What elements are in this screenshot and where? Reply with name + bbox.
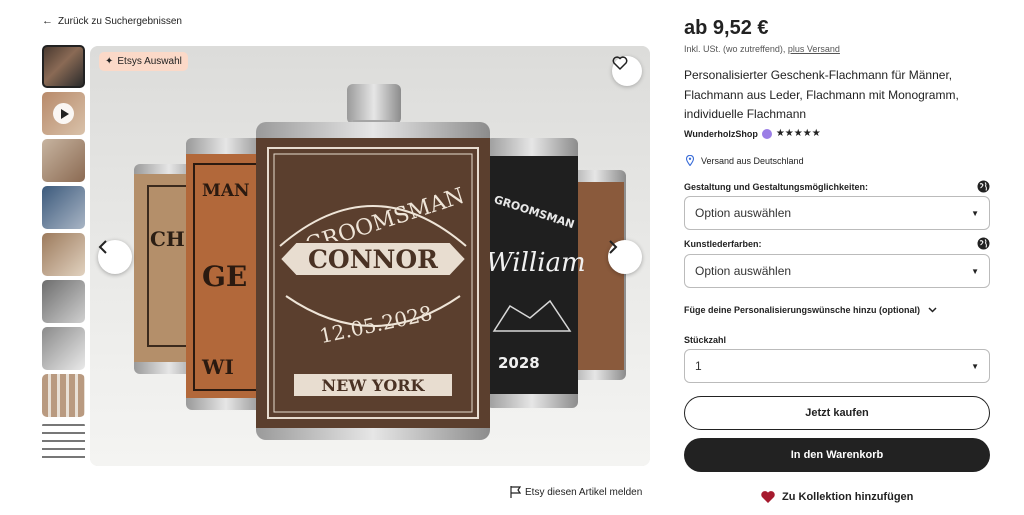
design-options-select[interactable]: Option auswählen ▼ bbox=[684, 196, 990, 230]
previous-image-button[interactable] bbox=[98, 240, 132, 274]
heart-filled-icon bbox=[761, 491, 775, 503]
thumbnail-7[interactable] bbox=[42, 327, 85, 370]
personalization-label: Füge deine Personalisierungswünsche hinz… bbox=[684, 305, 921, 315]
flask-black-text-name: William bbox=[486, 248, 586, 278]
thumbnail-1[interactable] bbox=[42, 45, 85, 88]
thumbnail-8[interactable] bbox=[42, 374, 85, 417]
star-seller-icon bbox=[761, 128, 772, 139]
globe-icon[interactable] bbox=[977, 237, 990, 250]
quantity-label: Stückzahl bbox=[684, 335, 727, 345]
tax-note-text: Inkl. USt. (wo zutreffend), bbox=[684, 44, 786, 54]
caret-down-icon: ▼ bbox=[971, 208, 979, 218]
color-options-select[interactable]: Option auswählen ▼ bbox=[684, 254, 990, 288]
arrow-left-icon: ← bbox=[42, 15, 53, 27]
color-options-label: Kunstlederfarben: bbox=[684, 239, 762, 249]
rating-stars[interactable]: ★★★★★ bbox=[776, 128, 821, 139]
add-to-collection-button[interactable]: Zu Kollektion hinzufügen bbox=[760, 490, 913, 504]
next-image-button[interactable] bbox=[608, 240, 642, 274]
tax-note: Inkl. USt. (wo zutreffend), plus Versand bbox=[684, 44, 840, 54]
design-options-label: Gestaltung und Gestaltungsmöglichkeiten: bbox=[684, 182, 869, 192]
play-icon bbox=[53, 103, 74, 124]
ships-from-label: Versand aus Deutschland bbox=[701, 155, 804, 166]
thumbnail-6[interactable] bbox=[42, 280, 85, 323]
thumbnail-4[interactable] bbox=[42, 186, 85, 229]
flask-far-left-text: CH bbox=[150, 227, 185, 251]
etsy-pick-badge: ✦ Etsys Auswahl bbox=[99, 52, 188, 71]
add-to-collection-label: Zu Kollektion hinzufügen bbox=[782, 491, 914, 503]
thumbnail-list bbox=[42, 45, 86, 468]
caret-down-icon: ▼ bbox=[971, 266, 979, 276]
buy-now-button[interactable]: Jetzt kaufen bbox=[684, 396, 990, 430]
flask-orange-text-mid: GE bbox=[202, 260, 247, 293]
main-product-image: CH MAN GE WI GROOMSMAN William 2028 GROO… bbox=[90, 46, 650, 466]
flask-illustration: CH MAN GE WI GROOMSMAN William 2028 GROO… bbox=[90, 46, 650, 466]
design-options-value: Option auswählen bbox=[695, 206, 792, 220]
ships-from: Versand aus Deutschland bbox=[686, 155, 804, 166]
flag-icon bbox=[510, 486, 521, 498]
thumbnail-9[interactable] bbox=[42, 421, 85, 464]
add-to-cart-button[interactable]: In den Warenkorb bbox=[684, 438, 990, 472]
thumbnail-5[interactable] bbox=[42, 233, 85, 276]
chevron-down-icon bbox=[928, 307, 937, 313]
thumbnail-3[interactable] bbox=[42, 139, 85, 182]
product-title: Personalisierter Geschenk-Flachmann für … bbox=[684, 68, 959, 121]
sparkle-icon: ✦ bbox=[105, 56, 114, 67]
thumbnail-video[interactable] bbox=[42, 92, 85, 135]
flask-orange-text-top: MAN bbox=[202, 181, 250, 201]
flask-black-text-year: 2028 bbox=[498, 354, 540, 372]
quantity-value: 1 bbox=[695, 359, 702, 373]
quantity-select[interactable]: 1 ▼ bbox=[684, 349, 990, 383]
flask-main-text-city: NEW YORK bbox=[322, 376, 426, 395]
back-to-results-link[interactable]: ← Zurück zu Suchergebnissen bbox=[42, 15, 182, 27]
color-options-value: Option auswählen bbox=[695, 264, 792, 278]
globe-icon[interactable] bbox=[977, 180, 990, 193]
personalization-toggle[interactable]: Füge deine Personalisierungswünsche hinz… bbox=[684, 305, 937, 315]
report-label: Etsy diesen Artikel melden bbox=[525, 486, 643, 498]
report-item-link[interactable]: Etsy diesen Artikel melden bbox=[510, 486, 642, 498]
price: ab 9,52 € bbox=[684, 17, 769, 39]
favorite-button[interactable] bbox=[612, 56, 642, 86]
shop-name-link[interactable]: WunderholzShop bbox=[684, 129, 758, 139]
back-link-label: Zurück zu Suchergebnissen bbox=[58, 15, 182, 27]
flask-main-text-name: CONNOR bbox=[308, 245, 438, 274]
caret-down-icon: ▼ bbox=[971, 361, 979, 371]
location-pin-icon bbox=[686, 155, 694, 166]
shop-info: WunderholzShop ★★★★★ bbox=[684, 128, 821, 139]
shipping-link[interactable]: plus Versand bbox=[788, 44, 840, 54]
heart-outline-icon bbox=[612, 56, 628, 70]
chevron-right-icon bbox=[609, 240, 618, 254]
badge-label: Etsys Auswahl bbox=[117, 56, 182, 67]
chevron-left-icon bbox=[98, 240, 107, 254]
flask-orange-text-bottom: WI bbox=[201, 355, 234, 379]
